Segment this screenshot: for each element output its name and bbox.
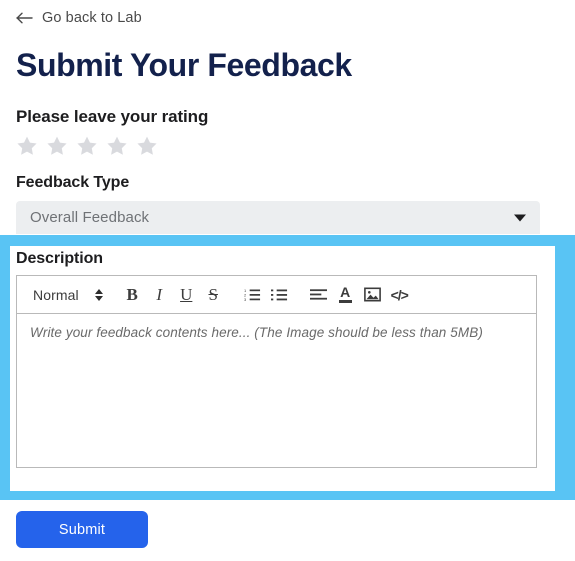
feedback-type-value: Overall Feedback [30, 209, 150, 226]
italic-button[interactable]: I [146, 282, 173, 308]
format-picker-label: Normal [33, 286, 79, 303]
editor-content-area[interactable]: Write your feedback contents here... (Th… [17, 314, 536, 467]
description-label: Description [16, 250, 103, 267]
page-title: Submit Your Feedback [16, 47, 352, 83]
go-back-to-lab-link[interactable]: Go back to Lab [16, 10, 142, 26]
editor-placeholder: Write your feedback contents here... (Th… [30, 325, 483, 340]
toolbar-group-extras: A </> [299, 282, 419, 308]
updown-arrows-icon [94, 288, 103, 301]
rating-label: Please leave your rating [16, 107, 209, 126]
feedback-type-select[interactable]: Overall Feedback [16, 201, 540, 234]
toolbar-group-inline: B I U S [113, 282, 233, 308]
insert-image-button[interactable] [359, 282, 386, 308]
toolbar-group-format: Normal [23, 287, 113, 303]
align-button[interactable] [305, 282, 332, 308]
image-icon [363, 287, 381, 302]
format-picker[interactable]: Normal [29, 287, 107, 303]
star-icon[interactable] [135, 134, 159, 158]
text-color-icon: A [338, 284, 352, 303]
align-left-icon [309, 288, 327, 301]
star-icon[interactable] [45, 134, 69, 158]
arrow-left-icon [16, 12, 33, 24]
star-icon[interactable] [15, 134, 39, 158]
bold-button[interactable]: B [119, 282, 146, 308]
underline-button[interactable]: U [173, 282, 200, 308]
svg-text:3: 3 [244, 297, 247, 302]
rating-stars[interactable] [15, 134, 159, 158]
ordered-list-button[interactable]: 1 2 3 [239, 282, 266, 308]
editor-toolbar: Normal B I U S 1 2 3 A </> [17, 276, 536, 314]
bullet-list-button[interactable] [266, 282, 293, 308]
description-panel: Description Normal B I U S 1 2 3 A </> W… [10, 246, 555, 491]
submit-button[interactable]: Submit [16, 511, 148, 548]
go-back-to-lab-label: Go back to Lab [42, 10, 142, 26]
rich-text-editor[interactable]: Normal B I U S 1 2 3 A </> Write your fe… [16, 275, 537, 468]
description-highlight-band: Description Normal B I U S 1 2 3 A </> W… [0, 235, 575, 500]
text-color-button[interactable]: A [332, 282, 359, 308]
star-icon[interactable] [75, 134, 99, 158]
code-block-button[interactable]: </> [386, 282, 413, 308]
bullet-list-icon [270, 287, 288, 302]
toolbar-group-lists: 1 2 3 [233, 282, 299, 308]
ordered-list-icon: 1 2 3 [244, 287, 261, 302]
text-color-letter: A [340, 284, 351, 300]
feedback-type-label: Feedback Type [16, 174, 130, 191]
star-icon[interactable] [105, 134, 129, 158]
chevron-down-icon[interactable] [514, 214, 526, 221]
strikethrough-button[interactable]: S [200, 282, 227, 308]
